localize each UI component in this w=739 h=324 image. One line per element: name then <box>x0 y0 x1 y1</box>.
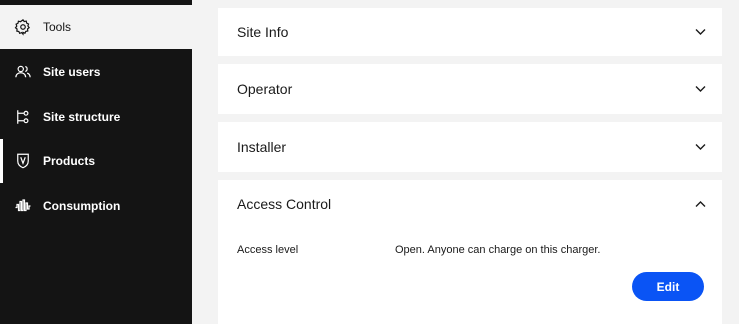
section-site-info: Site Info <box>218 8 722 56</box>
section-header-installer[interactable]: Installer <box>218 122 722 172</box>
sidebar-item-site-structure[interactable]: Site structure <box>0 95 192 139</box>
sidebar-item-tools[interactable]: Tools <box>0 5 192 49</box>
section-title: Site Info <box>237 24 289 40</box>
chevron-down-icon <box>694 26 706 38</box>
chevron-up-icon <box>694 198 706 210</box>
main-content: Site Info Operator Installer Access Cont… <box>192 0 739 324</box>
section-installer: Installer <box>218 122 722 172</box>
gear-icon <box>13 17 33 37</box>
section-header-site-info[interactable]: Site Info <box>218 8 722 56</box>
users-icon <box>13 62 33 82</box>
access-level-value: Open. Anyone can charge on this charger. <box>395 244 601 256</box>
sidebar-item-label: Site structure <box>43 110 121 124</box>
section-access-control: Access Control Access level Open. Anyone… <box>218 180 722 324</box>
chevron-down-icon <box>694 141 706 153</box>
product-shield-icon <box>13 151 33 171</box>
sidebar-item-consumption[interactable]: Consumption <box>0 184 192 228</box>
section-title: Installer <box>237 139 287 155</box>
sidebar: Tools Site users Site structure Products… <box>0 0 192 324</box>
sidebar-item-label: Consumption <box>43 199 121 213</box>
chevron-down-icon <box>694 83 706 95</box>
sidebar-item-label: Products <box>43 154 96 168</box>
site-structure-icon <box>13 107 33 127</box>
section-title: Access Control <box>237 196 332 212</box>
sidebar-item-site-users[interactable]: Site users <box>0 50 192 94</box>
section-title: Operator <box>237 81 293 97</box>
access-level-label: Access level <box>237 244 299 256</box>
section-header-access-control[interactable]: Access Control <box>218 180 722 228</box>
section-header-operator[interactable]: Operator <box>218 64 722 114</box>
sidebar-item-label: Tools <box>43 20 72 34</box>
edit-button[interactable]: Edit <box>632 272 704 301</box>
sidebar-item-label: Site users <box>43 65 101 79</box>
section-operator: Operator <box>218 64 722 114</box>
sidebar-item-products[interactable]: Products <box>0 139 192 183</box>
consumption-wave-icon <box>13 196 33 216</box>
